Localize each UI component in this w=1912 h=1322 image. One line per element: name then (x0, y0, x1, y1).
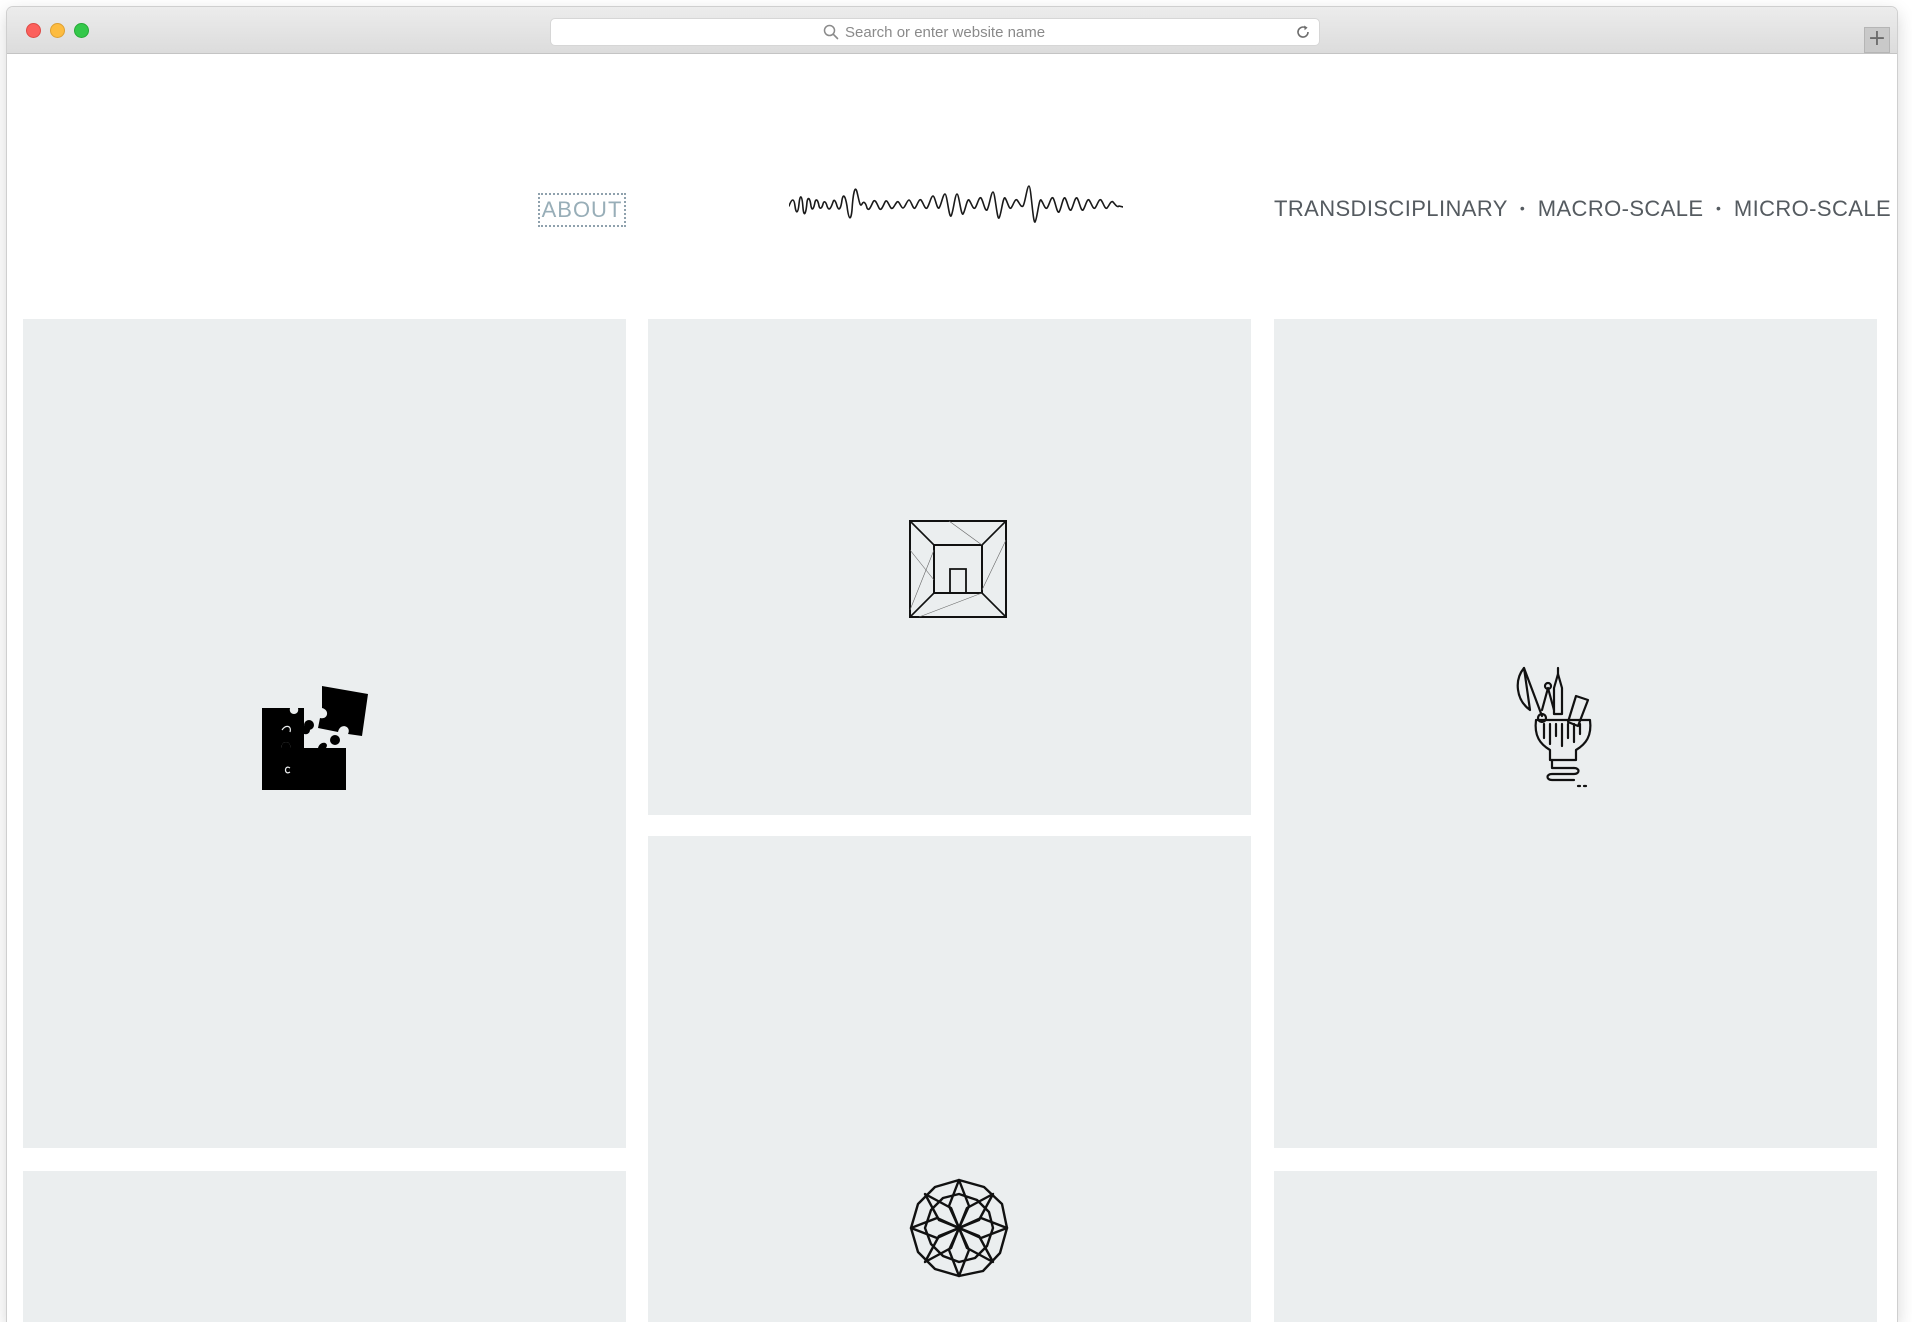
puzzle-pieces-icon (262, 686, 368, 790)
lightbulb-tools-icon (1516, 666, 1592, 788)
reload-icon[interactable] (1295, 24, 1311, 40)
mandala-flower-icon (909, 1178, 1009, 1278)
address-bar[interactable]: Search or enter website name (550, 18, 1320, 46)
browser-window: Search or enter website name + ABOUT TRA… (7, 7, 1897, 1322)
tagline-macro-scale[interactable]: MACRO-SCALE (1538, 196, 1704, 221)
box-room-perspective-icon (909, 520, 1007, 618)
close-window-button[interactable] (26, 23, 41, 38)
search-icon (823, 24, 839, 40)
maximize-window-button[interactable] (74, 23, 89, 38)
address-bar-placeholder: Search or enter website name (845, 24, 1046, 41)
new-tab-button[interactable]: + (1864, 27, 1890, 53)
minimize-window-button[interactable] (50, 23, 65, 38)
waveform-logo[interactable] (789, 180, 1123, 230)
project-tile-bottom-left[interactable] (23, 1171, 626, 1322)
project-tile-lightbulb[interactable] (1274, 319, 1877, 1148)
tagline-micro-scale[interactable]: MICRO-SCALE (1734, 196, 1891, 221)
about-link[interactable]: ABOUT (538, 193, 626, 227)
tagline-transdisciplinary[interactable]: TRANSDISCIPLINARY (1274, 196, 1507, 221)
project-tile-mandala[interactable] (648, 836, 1251, 1322)
project-tile-room[interactable] (648, 319, 1251, 815)
page-content: ABOUT TRANSDISCIPLINARY • MACRO-SCALE • … (7, 54, 1897, 1322)
tagline-separator: • (1716, 200, 1722, 216)
browser-titlebar: Search or enter website name + (7, 7, 1897, 54)
project-tile-bottom-right[interactable] (1274, 1171, 1877, 1322)
project-tile-puzzle[interactable] (23, 319, 626, 1148)
tagline-separator: • (1519, 200, 1526, 216)
tagline-nav: TRANSDISCIPLINARY • MACRO-SCALE • MICRO-… (1274, 196, 1891, 222)
